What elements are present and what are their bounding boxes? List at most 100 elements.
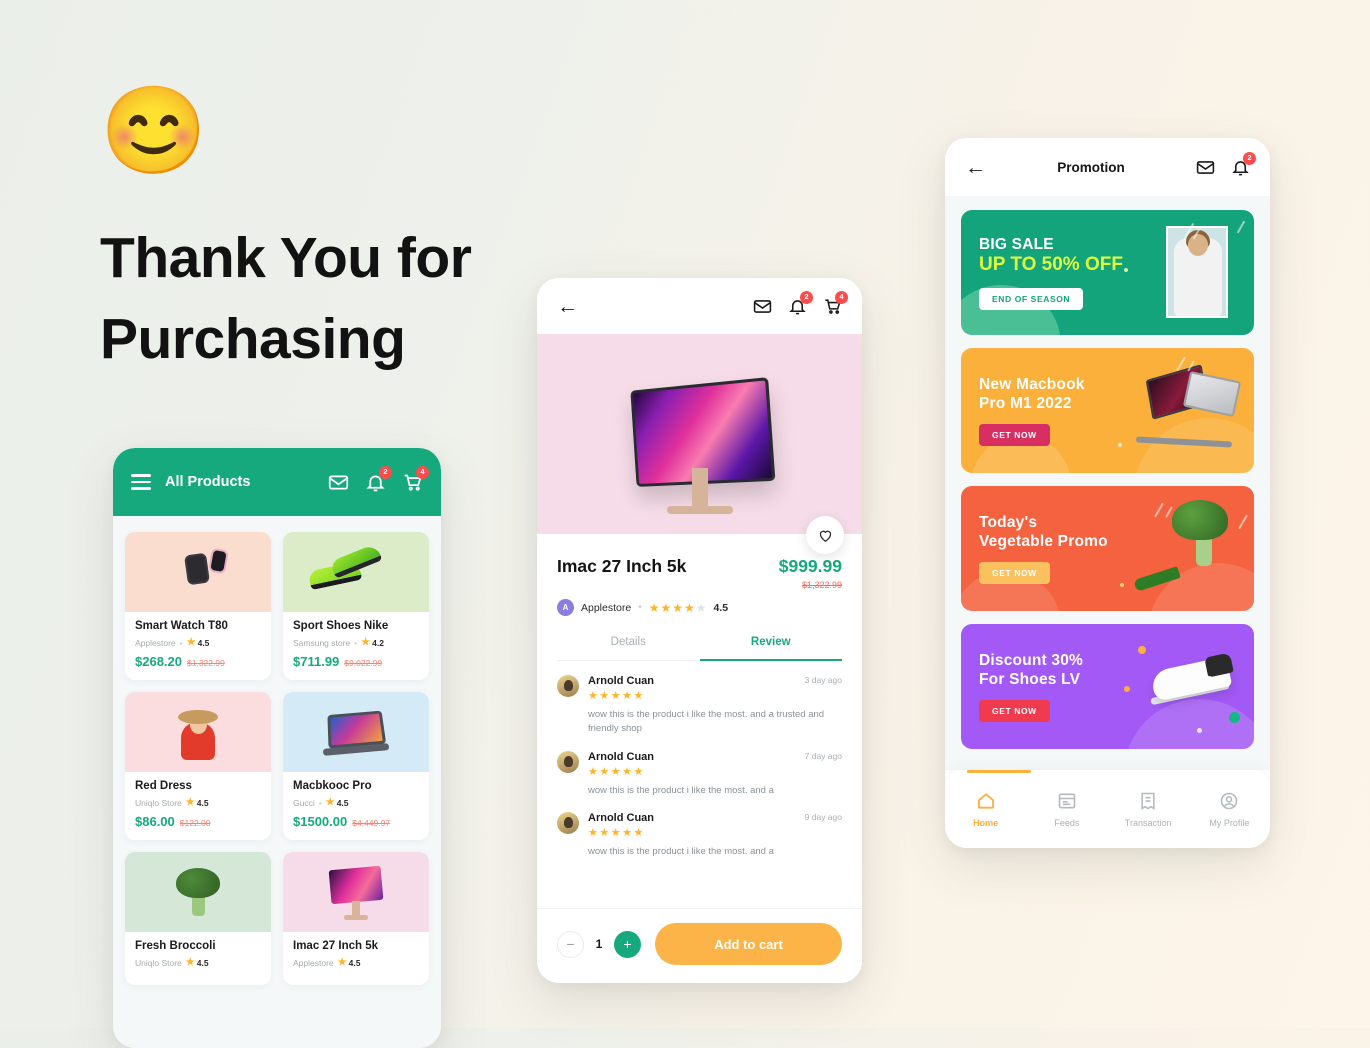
nav-item-feeds[interactable]: Feeds bbox=[1026, 791, 1107, 828]
product-card[interactable]: Macbkooc Pro Gucci • ★ 4.5 $1500.00 $4,44… bbox=[283, 692, 429, 840]
red-dress-image bbox=[125, 692, 271, 772]
bell-badge: 2 bbox=[800, 290, 813, 304]
product-card[interactable]: Fresh Broccoli Uniqlo Store ★ 4.5 bbox=[125, 852, 271, 985]
bottom-navigation: Home Feeds Transaction My Profile bbox=[945, 770, 1270, 848]
store-name: Applestore bbox=[581, 601, 632, 614]
mail-icon[interactable] bbox=[328, 472, 349, 493]
promo-button[interactable]: GET NOW bbox=[979, 562, 1050, 585]
add-to-cart-button[interactable]: Add to cart bbox=[655, 923, 842, 965]
star-icon: ★ bbox=[648, 600, 660, 615]
hero-section: 😊 Thank You for Purchasing bbox=[100, 88, 520, 380]
smart-watch-image bbox=[125, 532, 271, 612]
product-card[interactable]: Sport Shoes Nike Samsung store • ★ 4.2 $7… bbox=[283, 532, 429, 680]
separator-dot: • bbox=[638, 602, 642, 613]
product-old-price: $1,322.99 bbox=[187, 658, 225, 668]
product-name: Imac 27 Inch 5k bbox=[293, 940, 379, 952]
macbook-image bbox=[283, 692, 429, 772]
review-item: Arnold Cuan ★★★★★ 7 day ago wow this is … bbox=[557, 750, 842, 798]
review-stars: ★★★★★ bbox=[588, 765, 645, 778]
rating-stars: ★ ★ ★ ★ ★ bbox=[649, 601, 707, 615]
imac-image bbox=[283, 852, 429, 932]
product-store-row: A Applestore • ★ ★ ★ ★ ★ 4.5 bbox=[557, 599, 842, 616]
review-text: wow this is the product i like the most.… bbox=[588, 709, 825, 735]
mail-icon[interactable] bbox=[753, 297, 772, 316]
review-text: wow this is the product i like the most.… bbox=[588, 845, 774, 857]
product-store: Samsung store bbox=[293, 637, 351, 648]
product-store: Uniqlo Store bbox=[135, 797, 182, 808]
nav-label: My Profile bbox=[1209, 817, 1250, 828]
bell-icon[interactable]: 2 bbox=[788, 290, 813, 316]
detail-header: ← 2 4 bbox=[537, 278, 862, 334]
promotion-header-icons: 2 bbox=[1196, 151, 1256, 177]
nav-label: Feeds bbox=[1054, 817, 1080, 828]
product-price: $711.99 bbox=[293, 654, 340, 669]
product-card[interactable]: Imac 27 Inch 5k Applestore ★ 4.5 bbox=[283, 852, 429, 985]
promo-button[interactable]: GET NOW bbox=[979, 424, 1050, 447]
star-icon: ★ bbox=[695, 600, 707, 615]
product-store: Uniqlo Store bbox=[135, 957, 182, 968]
product-info: Smart Watch T80 Applestore • ★ 4.5 $268.2… bbox=[125, 612, 271, 680]
feeds-icon bbox=[1058, 793, 1076, 808]
product-rating: ★ 4.5 bbox=[186, 797, 209, 808]
nav-label: Transaction bbox=[1124, 817, 1172, 828]
quantity-decrease-button[interactable]: − bbox=[557, 930, 584, 958]
product-info: Sport Shoes Nike Samsung store • ★ 4.2 $7… bbox=[283, 612, 429, 680]
cart-icon[interactable]: 4 bbox=[823, 290, 848, 316]
promo-button[interactable]: END OF SEASON bbox=[979, 288, 1084, 311]
product-name: Smart Watch T80 bbox=[135, 620, 228, 632]
promo-banner-macbook[interactable]: New Macbook Pro M1 2022 GET NOW bbox=[961, 348, 1254, 473]
product-rating-value: 4.5 bbox=[336, 797, 349, 808]
product-card[interactable]: Smart Watch T80 Applestore • ★ 4.5 $268.2… bbox=[125, 532, 271, 680]
nav-item-my-profile[interactable]: My Profile bbox=[1189, 791, 1270, 828]
separator-dot: • bbox=[354, 637, 358, 648]
detail-footer: − 1 + Add to cart bbox=[537, 908, 862, 983]
promo-line1: New Macbook bbox=[979, 375, 1085, 393]
product-name: Imac 27 Inch 5k bbox=[557, 556, 687, 576]
page-title-line2: Purchasing bbox=[100, 306, 406, 371]
broccoli-image bbox=[125, 852, 271, 932]
product-meta: Uniqlo Store ★ 4.5 bbox=[135, 797, 261, 808]
mail-icon[interactable] bbox=[1196, 158, 1215, 177]
separator-dot: • bbox=[318, 797, 322, 808]
bell-badge: 2 bbox=[379, 465, 392, 479]
tab-review[interactable]: Review bbox=[699, 636, 842, 661]
product-card[interactable]: Red Dress Uniqlo Store ★ 4.5 $86.00 $122.… bbox=[125, 692, 271, 840]
promo-button[interactable]: GET NOW bbox=[979, 700, 1050, 723]
imac-foot-graphic bbox=[666, 506, 733, 514]
cart-icon[interactable]: 4 bbox=[402, 465, 429, 493]
product-price-row: $711.99 $9,022.99 bbox=[293, 654, 419, 669]
promo-banner-vegetable[interactable]: Today's Vegetable Promo GET NOW bbox=[961, 486, 1254, 611]
promo-banner-big-sale[interactable]: BIG SALE UP TO 50% OFF END OF SEASON bbox=[961, 210, 1254, 335]
favorite-button[interactable] bbox=[806, 516, 844, 554]
reviews-list: Arnold Cuan ★★★★★ 3 day ago wow this is … bbox=[537, 661, 862, 908]
nav-item-transaction[interactable]: Transaction bbox=[1108, 791, 1189, 828]
product-name: Macbkooc Pro bbox=[293, 780, 372, 792]
nav-item-home[interactable]: Home bbox=[945, 791, 1026, 828]
sport-shoes-image bbox=[283, 532, 429, 612]
arrow-left-icon[interactable]: ← bbox=[965, 157, 986, 178]
review-stars: ★★★★★ bbox=[588, 826, 645, 839]
bell-icon[interactable]: 2 bbox=[1231, 151, 1256, 177]
promo-line2: Vegetable Promo bbox=[979, 533, 1108, 550]
detail-tabs: Details Review bbox=[557, 636, 842, 661]
smiling-face-emoji: 😊 bbox=[100, 83, 208, 179]
promo-line2: UP TO 50% OFF bbox=[979, 254, 1123, 276]
review-header: Arnold Cuan ★★★★★ 7 day ago bbox=[557, 750, 842, 778]
product-price-row: $268.20 $1,322.99 bbox=[135, 654, 261, 669]
bell-icon[interactable]: 2 bbox=[365, 465, 392, 493]
quantity-stepper: − 1 + bbox=[557, 930, 641, 958]
promo-banner-shoes[interactable]: Discount 30% For Shoes LV GET NOW bbox=[961, 624, 1254, 749]
hamburger-menu-icon[interactable] bbox=[131, 474, 151, 490]
product-thumbnail bbox=[125, 852, 271, 932]
product-old-price: $9,022.99 bbox=[344, 658, 383, 668]
product-thumbnail bbox=[283, 852, 429, 932]
product-old-price: $122.00 bbox=[179, 818, 211, 828]
product-meta: Samsung store • ★ 4.2 bbox=[293, 637, 419, 648]
product-info: Imac 27 Inch 5k Applestore ★ 4.5 bbox=[283, 932, 429, 985]
quantity-increase-button[interactable]: + bbox=[614, 930, 641, 958]
products-header: All Products 2 4 bbox=[113, 448, 441, 516]
page-title: Thank You for Purchasing bbox=[100, 218, 520, 380]
tab-details[interactable]: Details bbox=[557, 636, 700, 661]
product-price-row: $1500.00 $4,449.97 bbox=[293, 814, 419, 829]
arrow-left-icon[interactable]: ← bbox=[557, 296, 578, 317]
